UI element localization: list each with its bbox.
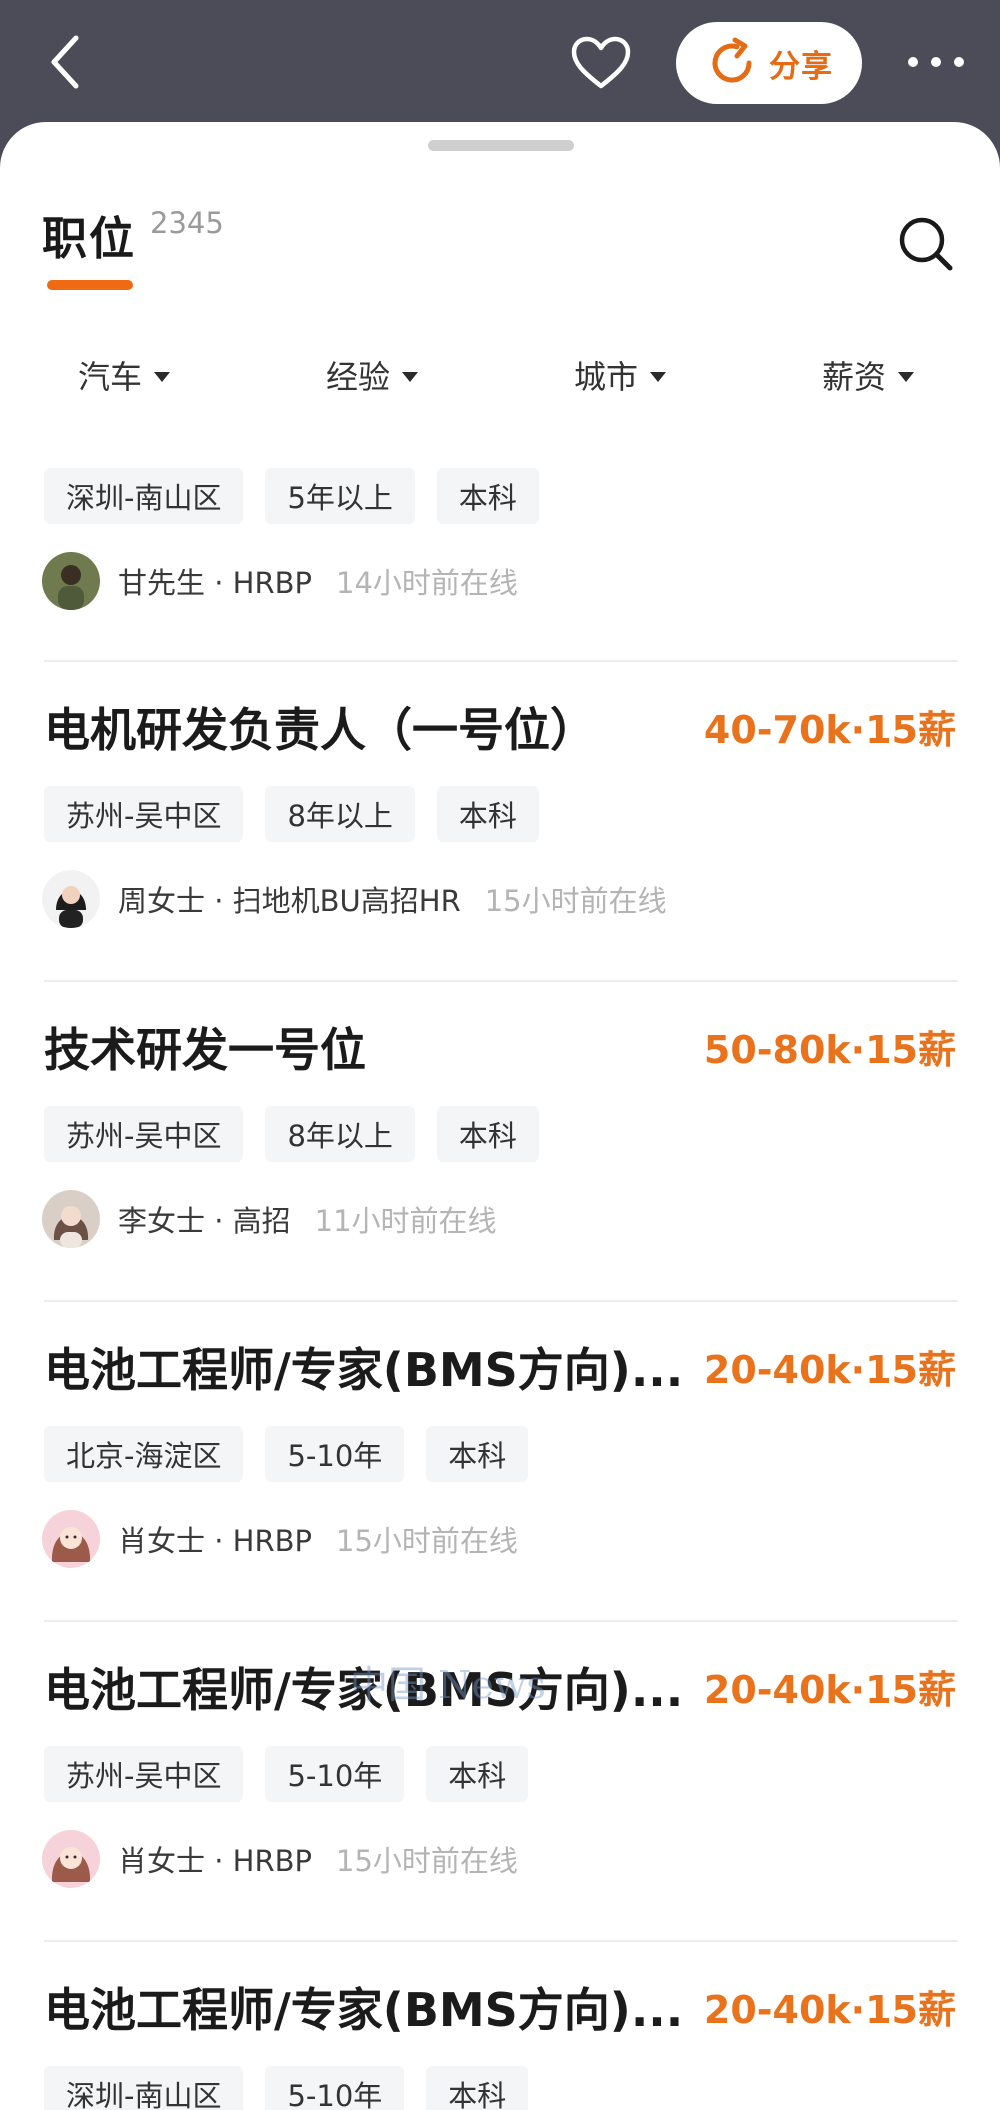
job-tags: 深圳-南山区 5年以上 本科 xyxy=(44,468,539,524)
recruiter-info: 肖女士 · HRBP 15小时前在线 xyxy=(42,1828,518,1890)
tag-education: 本科 xyxy=(436,1106,539,1162)
avatar xyxy=(42,552,100,610)
more-icon-dot xyxy=(954,57,964,67)
avatar xyxy=(42,1190,100,1248)
tag-location: 北京-海淀区 xyxy=(44,1426,244,1482)
job-title: 技术研发一号位 xyxy=(44,1023,366,1077)
tag-location: 苏州-吴中区 xyxy=(44,1106,244,1162)
tag-experience: 5年以上 xyxy=(265,468,415,524)
more-icon-dot xyxy=(908,57,918,67)
job-list-sheet: 职位 2345 汽车 经验 城市 薪资 深圳-南山区 5年以上 本科 甘先生 ·… xyxy=(0,122,1000,2110)
online-status: 15小时前在线 xyxy=(336,1524,518,1558)
job-salary: 50-80k·15薪 xyxy=(703,1028,956,1072)
heart-icon xyxy=(571,36,631,89)
search-icon xyxy=(899,217,953,271)
online-status: 15小时前在线 xyxy=(336,1844,518,1878)
favorite-button[interactable] xyxy=(568,32,634,94)
job-tags: 苏州-吴中区 8年以上 本科 xyxy=(44,1106,539,1162)
online-status: 14小时前在线 xyxy=(336,566,518,600)
online-status: 11小时前在线 xyxy=(314,1204,497,1238)
recruiter-name: 甘先生 · HRBP xyxy=(118,566,312,600)
recruiter-name: 周女士 · 扫地机BU高招HR xyxy=(118,884,461,918)
avatar xyxy=(42,1510,100,1568)
avatar xyxy=(42,870,100,928)
back-button[interactable] xyxy=(40,30,90,94)
online-status: 15小时前在线 xyxy=(484,884,667,918)
job-count: 2345 xyxy=(150,206,224,240)
tab-active-indicator xyxy=(47,280,133,290)
recruiter-name: 肖女士 · HRBP xyxy=(118,1844,312,1878)
tag-education: 本科 xyxy=(426,1426,529,1482)
job-salary: 40-70k·15薪 xyxy=(703,708,956,752)
divider xyxy=(44,1940,958,1942)
more-options-button[interactable] xyxy=(908,50,964,74)
job-tags: 苏州-吴中区 5-10年 本科 xyxy=(44,1746,529,1802)
filter-experience[interactable]: 经验 xyxy=(326,350,419,400)
tag-experience: 8年以上 xyxy=(265,786,415,842)
filter-industry[interactable]: 汽车 xyxy=(78,350,171,400)
job-title: 电机研发负责人（一号位） xyxy=(44,703,596,757)
job-salary: 20-40k·15薪 xyxy=(703,1348,956,1392)
filter-salary[interactable]: 薪资 xyxy=(822,350,915,400)
tag-experience: 8年以上 xyxy=(265,1106,415,1162)
tag-location: 苏州-吴中区 xyxy=(44,786,244,842)
divider xyxy=(44,660,958,662)
back-icon xyxy=(51,35,79,89)
divider xyxy=(44,1620,958,1622)
tag-education: 本科 xyxy=(426,1746,529,1802)
share-button[interactable]: 分享 xyxy=(676,22,862,104)
recruiter-name: 李女士 · 高招 xyxy=(118,1204,291,1238)
job-title: 电池工程师/专家(BMS方向)... xyxy=(44,1983,684,2037)
tag-experience: 5-10年 xyxy=(265,2066,405,2110)
sheet-drag-handle[interactable] xyxy=(428,140,574,151)
avatar xyxy=(42,1830,100,1888)
filter-city[interactable]: 城市 xyxy=(574,350,667,400)
job-title: 电池工程师/专家(BMS方向)... xyxy=(44,1663,684,1717)
dropdown-caret-icon xyxy=(402,372,419,382)
divider xyxy=(44,980,958,982)
dropdown-caret-icon xyxy=(650,372,667,382)
tag-education: 本科 xyxy=(436,786,539,842)
top-bar: 分享 xyxy=(0,0,1000,130)
search-button[interactable] xyxy=(896,214,956,274)
job-title: 电池工程师/专家(BMS方向)... xyxy=(44,1343,684,1397)
tag-experience: 5-10年 xyxy=(265,1746,405,1802)
tag-education: 本科 xyxy=(426,2066,529,2110)
divider xyxy=(44,1300,958,1302)
job-tags: 深圳-南山区 5-10年 本科 xyxy=(44,2066,529,2110)
tag-experience: 5-10年 xyxy=(265,1426,405,1482)
job-tags: 苏州-吴中区 8年以上 本科 xyxy=(44,786,539,842)
job-salary: 20-40k·15薪 xyxy=(703,1988,956,2032)
filter-label: 经验 xyxy=(326,358,391,396)
more-icon-dot xyxy=(931,57,941,67)
tag-location: 深圳-南山区 xyxy=(44,2066,244,2110)
filter-label: 汽车 xyxy=(78,358,143,396)
tag-education: 本科 xyxy=(436,468,539,524)
filter-label: 薪资 xyxy=(822,358,887,396)
share-refresh-icon xyxy=(712,37,752,83)
tag-location: 苏州-吴中区 xyxy=(44,1746,244,1802)
recruiter-info: 李女士 · 高招 11小时前在线 xyxy=(42,1188,497,1250)
dropdown-caret-icon xyxy=(154,372,171,382)
tab-jobs[interactable]: 职位 xyxy=(42,202,136,267)
job-salary: 20-40k·15薪 xyxy=(703,1668,956,1712)
dropdown-caret-icon xyxy=(898,372,915,382)
job-tags: 北京-海淀区 5-10年 本科 xyxy=(44,1426,529,1482)
share-label: 分享 xyxy=(769,48,833,85)
recruiter-info: 周女士 · 扫地机BU高招HR 15小时前在线 xyxy=(42,868,667,930)
recruiter-info: 甘先生 · HRBP 14小时前在线 xyxy=(42,550,518,612)
filter-label: 城市 xyxy=(574,358,639,396)
recruiter-info: 肖女士 · HRBP 15小时前在线 xyxy=(42,1508,518,1570)
recruiter-name: 肖女士 · HRBP xyxy=(118,1524,312,1558)
tag-location: 深圳-南山区 xyxy=(44,468,244,524)
